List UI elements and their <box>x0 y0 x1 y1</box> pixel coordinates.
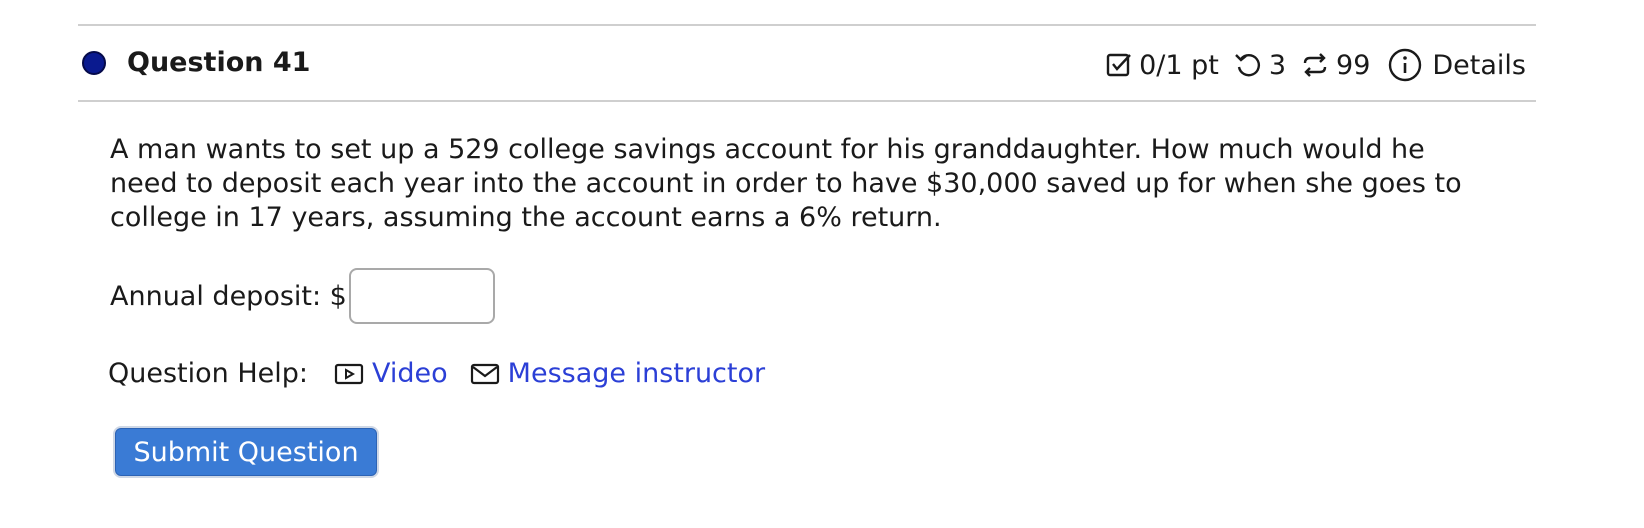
checkbox-icon <box>1106 53 1131 77</box>
details-label: Details <box>1432 49 1526 81</box>
mail-icon <box>470 363 499 384</box>
answer-label: Annual deposit: $ <box>110 280 347 312</box>
top-divider <box>78 24 1536 26</box>
submit-question-button[interactable]: Submit Question <box>115 428 377 476</box>
video-icon <box>334 363 364 384</box>
details-toggle[interactable]: Details <box>1388 48 1526 82</box>
header-divider <box>78 100 1536 102</box>
video-link-label: Video <box>372 358 448 389</box>
answer-row: Annual deposit: $ <box>110 268 495 324</box>
question-help-label: Question Help: <box>108 358 308 389</box>
retries-indicator: 3 <box>1233 50 1286 81</box>
question-text: A man wants to set up a 529 college savi… <box>110 134 1462 233</box>
question-title: Question 41 <box>127 47 311 78</box>
question-help: Question Help: Video Message instructor <box>108 358 787 389</box>
score-text: 0/1 pt <box>1139 49 1219 81</box>
repeat-icon <box>1303 53 1327 77</box>
question-status-icon <box>82 51 106 75</box>
info-icon <box>1389 48 1422 82</box>
annual-deposit-input[interactable] <box>348 268 495 324</box>
retries-count: 3 <box>1268 49 1287 81</box>
video-link[interactable]: Video <box>334 358 448 389</box>
attempts-indicator: 99 <box>1300 50 1370 81</box>
message-instructor-link[interactable]: Message instructor <box>470 358 765 389</box>
message-instructor-label: Message instructor <box>507 358 766 389</box>
score-indicator: 0/1 pt <box>1105 50 1219 81</box>
retry-icon <box>1234 54 1260 77</box>
question-meta: 0/1 pt 3 99 Details <box>1091 48 1526 82</box>
attempts-count: 99 <box>1336 49 1371 81</box>
